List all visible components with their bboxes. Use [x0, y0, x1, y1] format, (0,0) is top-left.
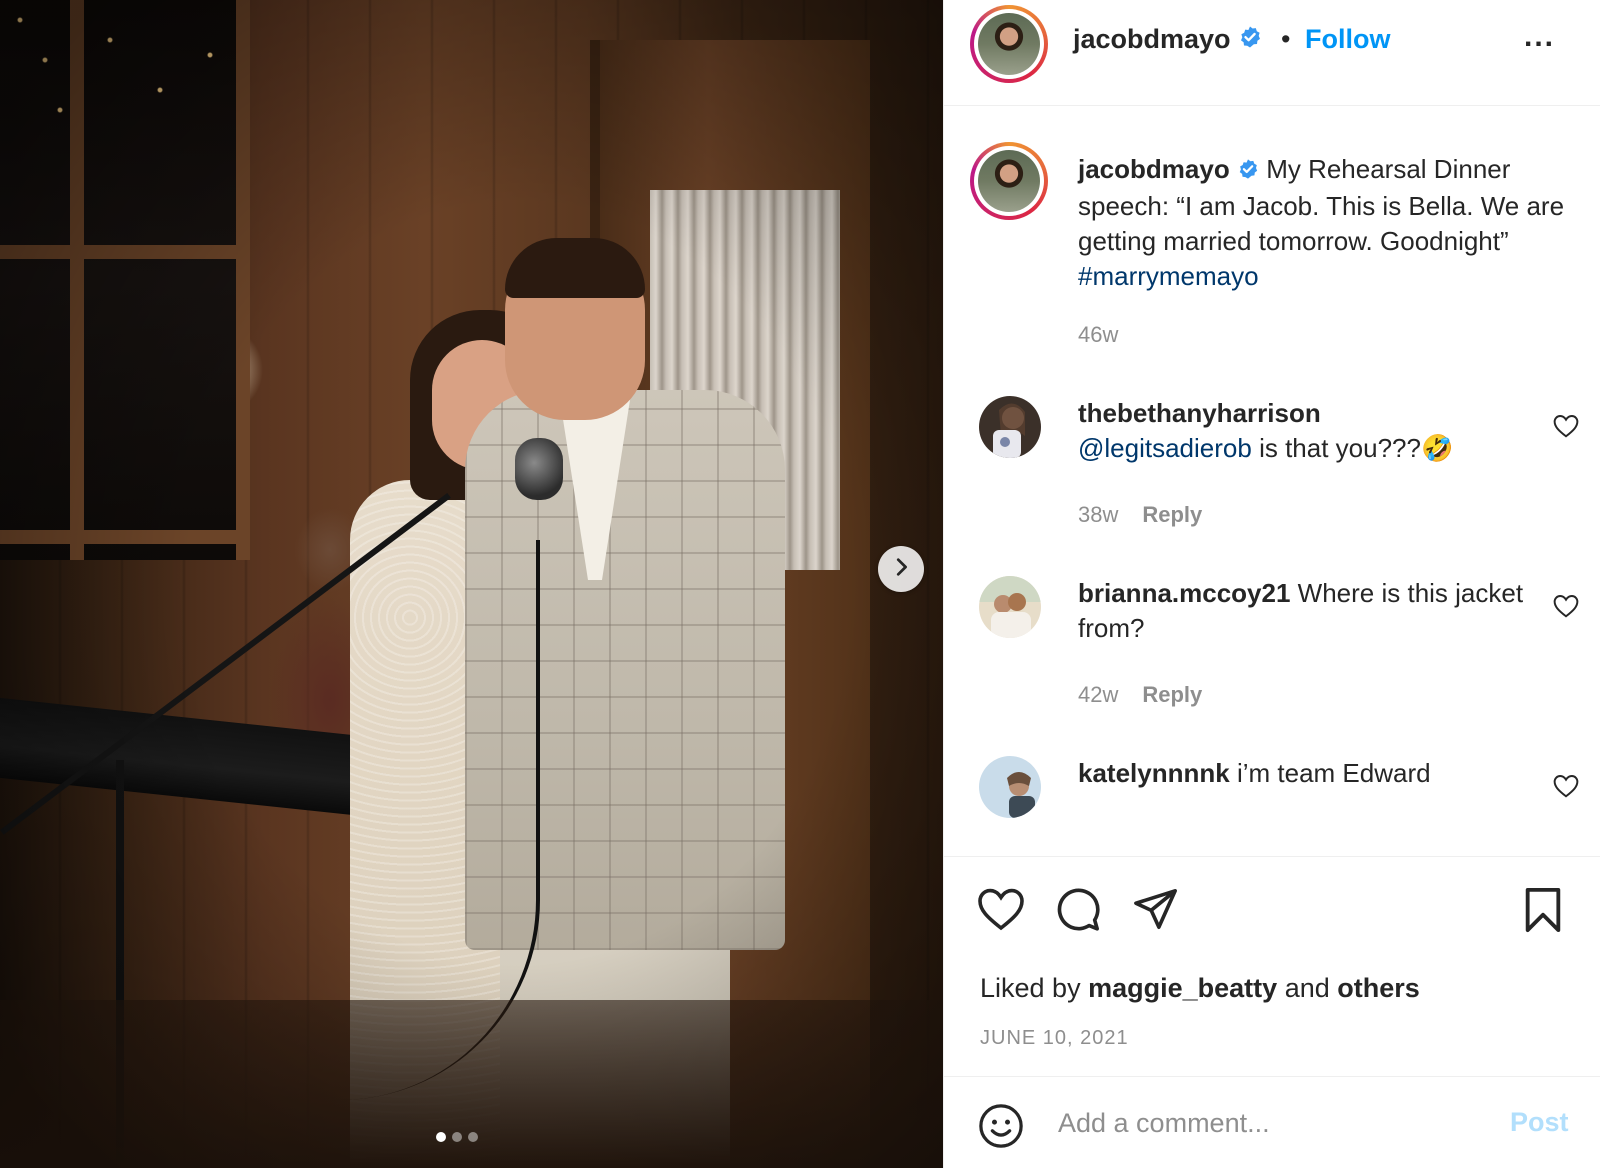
carousel-dot — [468, 1132, 478, 1142]
caption-avatar[interactable] — [970, 142, 1048, 220]
add-comment-bar: Post — [944, 1076, 1600, 1168]
heart-icon[interactable] — [977, 887, 1025, 936]
liked-by-user[interactable]: maggie_beatty — [1088, 973, 1277, 1003]
comment-mention[interactable]: @legitsadierob — [1078, 433, 1252, 463]
header-separator: • — [1281, 24, 1291, 54]
smiley-icon[interactable] — [978, 1103, 1024, 1154]
carousel-next-button[interactable] — [878, 546, 924, 592]
comment-age[interactable]: 42w — [1078, 682, 1118, 707]
carousel-dot — [452, 1132, 462, 1142]
bookmark-icon[interactable] — [1523, 887, 1563, 938]
header-avatar[interactable] — [970, 5, 1048, 83]
carousel-dots — [436, 1132, 478, 1142]
comment-text: i’m team Edward — [1236, 758, 1431, 788]
post-actions: Liked by maggie_beatty and others JUNE 1… — [944, 856, 1600, 1076]
post-side-panel: jacobdmayo • Follow ... jacobdmayo My Re… — [943, 0, 1600, 1168]
comment-age[interactable]: 38w — [1078, 502, 1118, 527]
comment-input[interactable] — [1058, 1101, 1488, 1145]
follow-button[interactable]: Follow — [1305, 24, 1390, 55]
post-comment-button[interactable]: Post — [1510, 1107, 1569, 1138]
verified-badge-icon — [1238, 25, 1262, 56]
reply-button[interactable]: Reply — [1142, 682, 1202, 707]
reply-button[interactable]: Reply — [1142, 502, 1202, 527]
caption-age[interactable]: 46w — [1078, 322, 1118, 347]
comment-bubble-icon[interactable] — [1055, 887, 1101, 938]
comment-username[interactable]: thebethanyharrison — [1078, 398, 1321, 428]
comment-avatar[interactable] — [979, 576, 1041, 638]
post-photo[interactable] — [0, 0, 943, 1168]
paper-plane-icon[interactable] — [1133, 887, 1179, 936]
comment-avatar[interactable] — [979, 396, 1041, 458]
comment-text: is that you???🤣 — [1259, 433, 1454, 463]
comment-username[interactable]: brianna.mccoy21 — [1078, 578, 1290, 608]
header-username[interactable]: jacobdmayo — [1073, 24, 1262, 56]
chevron-right-icon — [890, 556, 912, 583]
heart-icon[interactable] — [1553, 594, 1579, 623]
more-horizontal-icon[interactable]: ... — [1524, 20, 1555, 54]
comment-avatar[interactable] — [979, 756, 1041, 818]
caption-hashtag[interactable]: #marrymemayo — [1078, 261, 1259, 291]
post-date[interactable]: JUNE 10, 2021 — [980, 1027, 1129, 1050]
post-header: jacobdmayo • Follow ... — [944, 0, 1600, 106]
heart-icon[interactable] — [1553, 774, 1579, 803]
verified-badge-icon — [1237, 154, 1259, 189]
comment-username[interactable]: katelynnnnk — [1078, 758, 1230, 788]
caption-username[interactable]: jacobdmayo — [1078, 154, 1230, 184]
liked-by-others[interactable]: others — [1337, 973, 1420, 1003]
carousel-dot — [436, 1132, 446, 1142]
comments-list[interactable]: jacobdmayo My Rehearsal Dinner speech: “… — [944, 106, 1600, 854]
likes-summary: Liked by maggie_beatty and others — [980, 973, 1420, 1003]
heart-icon[interactable] — [1553, 414, 1579, 443]
